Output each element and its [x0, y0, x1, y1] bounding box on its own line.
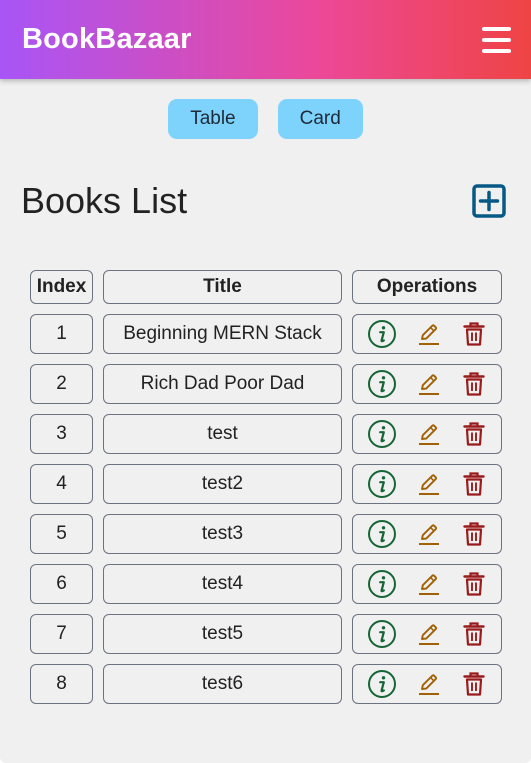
- row-title: test3: [103, 514, 342, 554]
- trash-icon[interactable]: [461, 470, 487, 498]
- row-index: 6: [30, 564, 93, 604]
- row-title: test4: [103, 564, 342, 604]
- trash-icon[interactable]: [461, 370, 487, 398]
- info-circle-icon[interactable]: [367, 469, 397, 499]
- header-title: Title: [103, 270, 342, 304]
- navbar: BookBazaar: [0, 0, 531, 79]
- edit-pencil-icon[interactable]: [415, 620, 443, 648]
- edit-pencil-icon[interactable]: [415, 420, 443, 448]
- row-operations: [352, 664, 502, 704]
- edit-pencil-icon[interactable]: [415, 470, 443, 498]
- row-operations: [352, 364, 502, 404]
- trash-icon[interactable]: [461, 320, 487, 348]
- table-row: 3 test: [30, 414, 502, 454]
- main-panel: Table Card Books List Index Title Operat…: [0, 79, 531, 763]
- menu-bar: [482, 37, 511, 42]
- operation-icons: [354, 369, 500, 399]
- row-operations: [352, 564, 502, 604]
- trash-icon[interactable]: [461, 620, 487, 648]
- table-row: 7 test5: [30, 614, 502, 654]
- card-view-button[interactable]: Card: [277, 99, 363, 139]
- operation-icons: [354, 669, 500, 699]
- table-row: 2 Rich Dad Poor Dad: [30, 364, 502, 404]
- operation-icons: [354, 619, 500, 649]
- row-index: 2: [30, 364, 93, 404]
- row-title: test6: [103, 664, 342, 704]
- row-title: test2: [103, 464, 342, 504]
- edit-pencil-icon[interactable]: [415, 670, 443, 698]
- row-operations: [352, 614, 502, 654]
- table-header-row: Index Title Operations: [30, 270, 502, 304]
- table-body: 1 Beginning MERN Stack 2 Rich Dad Poor D…: [30, 314, 502, 704]
- row-index: 4: [30, 464, 93, 504]
- operation-icons: [354, 319, 500, 349]
- view-toggle: Table Card: [0, 99, 531, 139]
- table-row: 6 test4: [30, 564, 502, 604]
- operation-icons: [354, 569, 500, 599]
- row-title: Rich Dad Poor Dad: [103, 364, 342, 404]
- row-index: 8: [30, 664, 93, 704]
- row-operations: [352, 514, 502, 554]
- row-operations: [352, 314, 502, 354]
- menu-bar: [482, 48, 511, 53]
- row-operations: [352, 464, 502, 504]
- edit-pencil-icon[interactable]: [415, 370, 443, 398]
- info-circle-icon[interactable]: [367, 419, 397, 449]
- operation-icons: [354, 469, 500, 499]
- row-title: test5: [103, 614, 342, 654]
- books-table: Index Title Operations 1 Beginning MERN …: [20, 260, 512, 714]
- row-index: 1: [30, 314, 93, 354]
- row-index: 3: [30, 414, 93, 454]
- table-view-button[interactable]: Table: [168, 99, 258, 139]
- info-circle-icon[interactable]: [367, 369, 397, 399]
- table-row: 4 test2: [30, 464, 502, 504]
- header-index: Index: [30, 270, 93, 304]
- plus-square-icon[interactable]: [472, 184, 506, 218]
- info-circle-icon[interactable]: [367, 619, 397, 649]
- table-row: 1 Beginning MERN Stack: [30, 314, 502, 354]
- operation-icons: [354, 519, 500, 549]
- info-circle-icon[interactable]: [367, 519, 397, 549]
- info-circle-icon[interactable]: [367, 569, 397, 599]
- page-title: Books List: [21, 180, 188, 221]
- trash-icon[interactable]: [461, 670, 487, 698]
- menu-bar: [482, 26, 511, 31]
- row-index: 7: [30, 614, 93, 654]
- header-operations: Operations: [352, 270, 502, 304]
- table-row: 8 test6: [30, 664, 502, 704]
- trash-icon[interactable]: [461, 520, 487, 548]
- trash-icon[interactable]: [461, 420, 487, 448]
- edit-pencil-icon[interactable]: [415, 320, 443, 348]
- edit-pencil-icon[interactable]: [415, 520, 443, 548]
- info-circle-icon[interactable]: [367, 669, 397, 699]
- row-index: 5: [30, 514, 93, 554]
- row-operations: [352, 414, 502, 454]
- brand-logo[interactable]: BookBazaar: [22, 23, 192, 56]
- trash-icon[interactable]: [461, 570, 487, 598]
- row-title: Beginning MERN Stack: [103, 314, 342, 354]
- info-circle-icon[interactable]: [367, 319, 397, 349]
- edit-pencil-icon[interactable]: [415, 570, 443, 598]
- table-row: 5 test3: [30, 514, 502, 554]
- row-title: test: [103, 414, 342, 454]
- operation-icons: [354, 419, 500, 449]
- hamburger-menu-icon[interactable]: [482, 26, 511, 53]
